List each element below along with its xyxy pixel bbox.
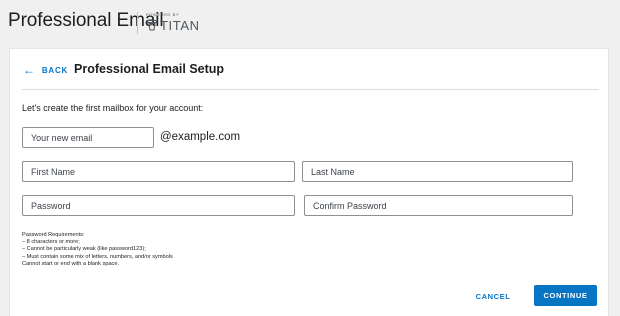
email-field[interactable] <box>31 132 145 143</box>
back-label: BACK <box>41 65 69 75</box>
first-name-field-wrapper <box>22 161 295 182</box>
password-requirements: Password Requirements: – 8 characters or… <box>22 232 173 268</box>
header-divider <box>22 89 599 90</box>
requirements-heading: Password Requirements: <box>22 232 85 238</box>
last-name-field-wrapper <box>302 161 573 182</box>
titan-logo-icon <box>146 20 158 31</box>
last-name-field[interactable] <box>311 166 564 177</box>
powered-by-label: POWERED BY <box>146 12 180 17</box>
arrow-left-icon: ← <box>23 63 36 77</box>
app-title: Professional Email <box>8 10 164 31</box>
requirement-item: – Must contain some mix of letters, numb… <box>22 253 173 260</box>
first-name-field[interactable] <box>31 166 286 177</box>
requirement-item: Cannot start or end with a blank space. <box>22 260 120 267</box>
intro-text: Let's create the first mailbox for your … <box>22 103 204 113</box>
confirm-password-field[interactable] <box>313 200 564 211</box>
requirement-item: – 8 characters or more; <box>22 239 80 246</box>
page-title: Professional Email Setup <box>74 62 225 76</box>
title-divider <box>137 12 138 34</box>
password-field[interactable] <box>31 200 286 211</box>
cancel-button[interactable]: CANCEL <box>468 286 518 306</box>
domain-suffix: @example.com <box>160 131 241 143</box>
setup-card: ← BACK Professional Email Setup Let's cr… <box>9 48 609 316</box>
continue-button[interactable]: CONTINUE <box>534 285 597 306</box>
titan-logo: POWERED BY TITAN <box>146 12 206 34</box>
password-field-wrapper <box>22 195 295 216</box>
requirement-item: – Cannot be particularly weak (like pass… <box>22 246 146 253</box>
titan-brand-name: TITAN <box>160 18 200 33</box>
back-button[interactable]: ← BACK <box>23 64 68 76</box>
email-field-wrapper <box>22 127 154 148</box>
confirm-password-field-wrapper <box>304 195 573 216</box>
